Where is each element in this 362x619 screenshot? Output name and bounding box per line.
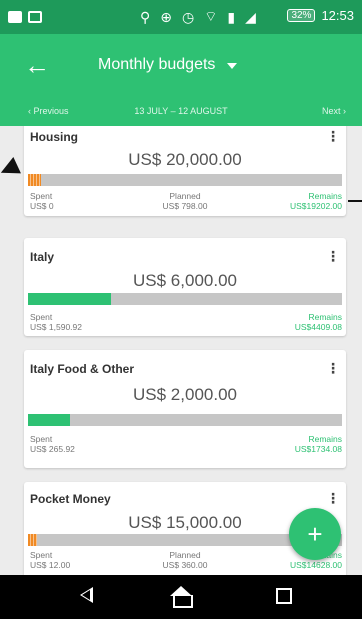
spent-value: US$ 265.92 [30, 444, 75, 454]
budget-name: Italy Food & Other [30, 362, 135, 376]
nav-back-icon[interactable] [80, 587, 93, 603]
spent-label: Spent [30, 434, 53, 444]
budget-progress-track [28, 414, 342, 426]
status-bar: ⚲ ⊕ ◷ ⌔ ▮ ◢ 32% 12:53 [0, 0, 362, 34]
budget-name: Pocket Money [30, 492, 111, 506]
budget-progress-track [28, 174, 342, 186]
budget-amount: US$ 6,000.00 [133, 271, 237, 290]
budget-amount: US$ 20,000.00 [128, 150, 242, 169]
nav-recents-icon[interactable] [276, 588, 292, 604]
spent-column: Spent US$ 265.92 [30, 434, 75, 454]
remains-column: Remains US$4409.08 [295, 312, 342, 332]
app-bar: ← Monthly budgets [0, 34, 362, 96]
clock: 12:53 [321, 8, 354, 23]
status-icons: ⚲ ⊕ ◷ ⌔ ▮ ◢ [140, 8, 256, 26]
remains-label: Remains [308, 191, 342, 201]
budget-progress-fill [28, 293, 112, 305]
remains-value: US$4409.08 [294, 322, 342, 332]
arrow-left-icon[interactable]: ← [24, 49, 50, 81]
status-right: 32% 12:53 [287, 8, 354, 23]
budget-card-italy[interactable]: Italy ⋮ US$ 6,000.00 Spent US$ 1,590.92 … [24, 238, 346, 336]
remains-column: Remains US$1734.08 [295, 434, 342, 454]
alarm-icon: ◷ [182, 8, 195, 25]
more-vert-icon[interactable]: ⋮ [326, 490, 340, 507]
signal-icon: ◢ [245, 8, 256, 25]
budget-progress-fill [28, 534, 38, 546]
budget-progress-fill [28, 414, 70, 426]
remains-label: Remains [308, 312, 342, 322]
budget-type-dropdown[interactable]: Monthly budgets [98, 56, 238, 74]
spent-value: US$ 1,590.92 [30, 322, 82, 332]
remains-value: US$14628.00 [290, 560, 342, 570]
more-vert-icon[interactable]: ⋮ [326, 128, 340, 145]
budget-card-housing[interactable]: Housing ⋮ US$ 20,000.00 Spent US$ 0 Plan… [24, 126, 346, 216]
battery-icon: 32% [287, 9, 316, 22]
page-title: Monthly budgets [98, 56, 216, 73]
remains-column: Remains US$19202.00 [290, 191, 342, 211]
budget-amount: US$ 2,000.00 [133, 385, 237, 404]
budget-card-italy-food-other[interactable]: Italy Food & Other ⋮ US$ 2,000.00 Spent … [24, 350, 346, 468]
spent-label: Spent [30, 312, 53, 322]
budget-name: Italy [30, 250, 55, 264]
add-budget-button[interactable]: + [289, 508, 341, 560]
budget-name: Housing [30, 130, 78, 144]
more-vert-icon[interactable]: ⋮ [326, 248, 340, 265]
notification-icon [8, 11, 22, 23]
budget-progress-fill [28, 174, 41, 186]
remains-label: Remains [308, 434, 342, 444]
notification-icons [8, 11, 42, 23]
next-period-button[interactable]: Next › [322, 106, 346, 116]
remains-value: US$19202.00 [290, 201, 342, 211]
image-notification-icon [28, 11, 42, 23]
budget-list: Housing ⋮ US$ 20,000.00 Spent US$ 0 Plan… [0, 126, 362, 575]
spent-column: Spent US$ 1,590.92 [30, 312, 82, 332]
more-vert-icon[interactable]: ⋮ [326, 360, 340, 377]
period-navigation: ‹ Previous 13 JULY – 12 AUGUST Next › [0, 96, 362, 126]
period-range: 13 JULY – 12 AUGUST [134, 106, 228, 116]
annotation-arrow-right [348, 200, 362, 202]
caret-down-icon [227, 63, 238, 69]
budget-progress-track [28, 293, 342, 305]
remains-value: US$1734.08 [294, 444, 342, 454]
nav-home-icon[interactable] [170, 586, 193, 608]
location-icon: ⚲ [140, 8, 151, 25]
wifi-icon: ⌔ [204, 8, 218, 24]
data-icon: ▮ [227, 8, 236, 25]
system-nav-bar [0, 575, 362, 619]
sync-icon: ⊕ [160, 8, 172, 25]
